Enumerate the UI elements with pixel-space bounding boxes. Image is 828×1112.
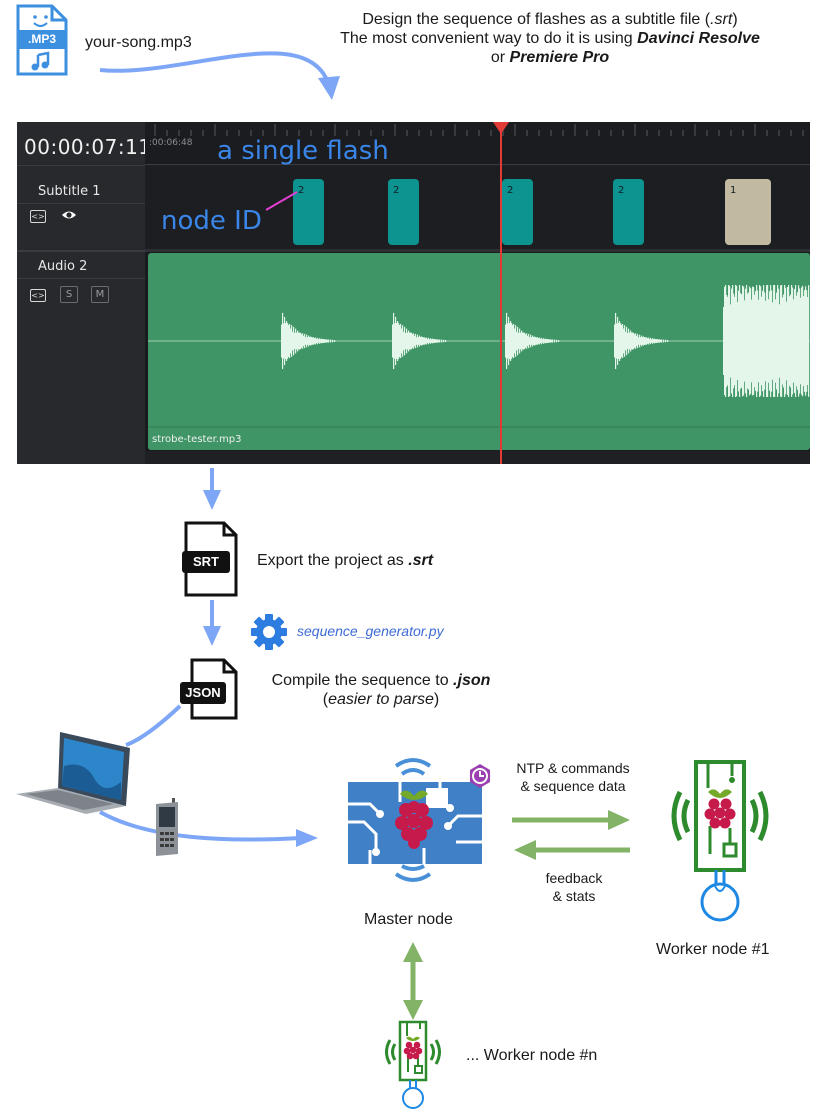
master-node-label: Master node [364, 911, 453, 928]
master-node-icon [340, 752, 500, 892]
ntp-line2: & sequence data [520, 778, 626, 794]
json-badge-label: JSON [185, 685, 221, 700]
workern-label: ... Worker node #n [466, 1047, 598, 1064]
worker1-label: Worker node #1 [656, 941, 770, 958]
export-ext: .srt [408, 552, 434, 569]
ntp-label: NTP & commands & sequence data [498, 759, 648, 795]
srt-badge-label: SRT [193, 554, 219, 569]
export-text: Export the project as .srt [257, 551, 433, 570]
worker-node-icon [660, 758, 780, 934]
phone-icon [152, 798, 182, 858]
ntp-line1: NTP & commands [516, 760, 630, 776]
compile-note-close: ) [433, 691, 440, 708]
compile-text: Compile the sequence to .json (easier to… [246, 671, 516, 709]
feedback-line2: & stats [552, 888, 596, 904]
feedback-label: feedback & stats [524, 869, 624, 905]
script-name: sequence_generator.py [297, 623, 444, 639]
feedback-line1: feedback [545, 870, 603, 886]
srt-file-icon: SRT [182, 521, 238, 597]
compile-note: easier to parse [328, 691, 434, 708]
export-prefix: Export the project as [257, 552, 409, 569]
gear-icon [250, 613, 288, 651]
laptop-icon [14, 730, 132, 814]
worker-node-n-icon [378, 1018, 448, 1112]
compile-ext: .json [453, 672, 491, 689]
json-file-icon: JSON [180, 658, 240, 720]
compile-prefix: Compile the sequence to [271, 672, 454, 689]
